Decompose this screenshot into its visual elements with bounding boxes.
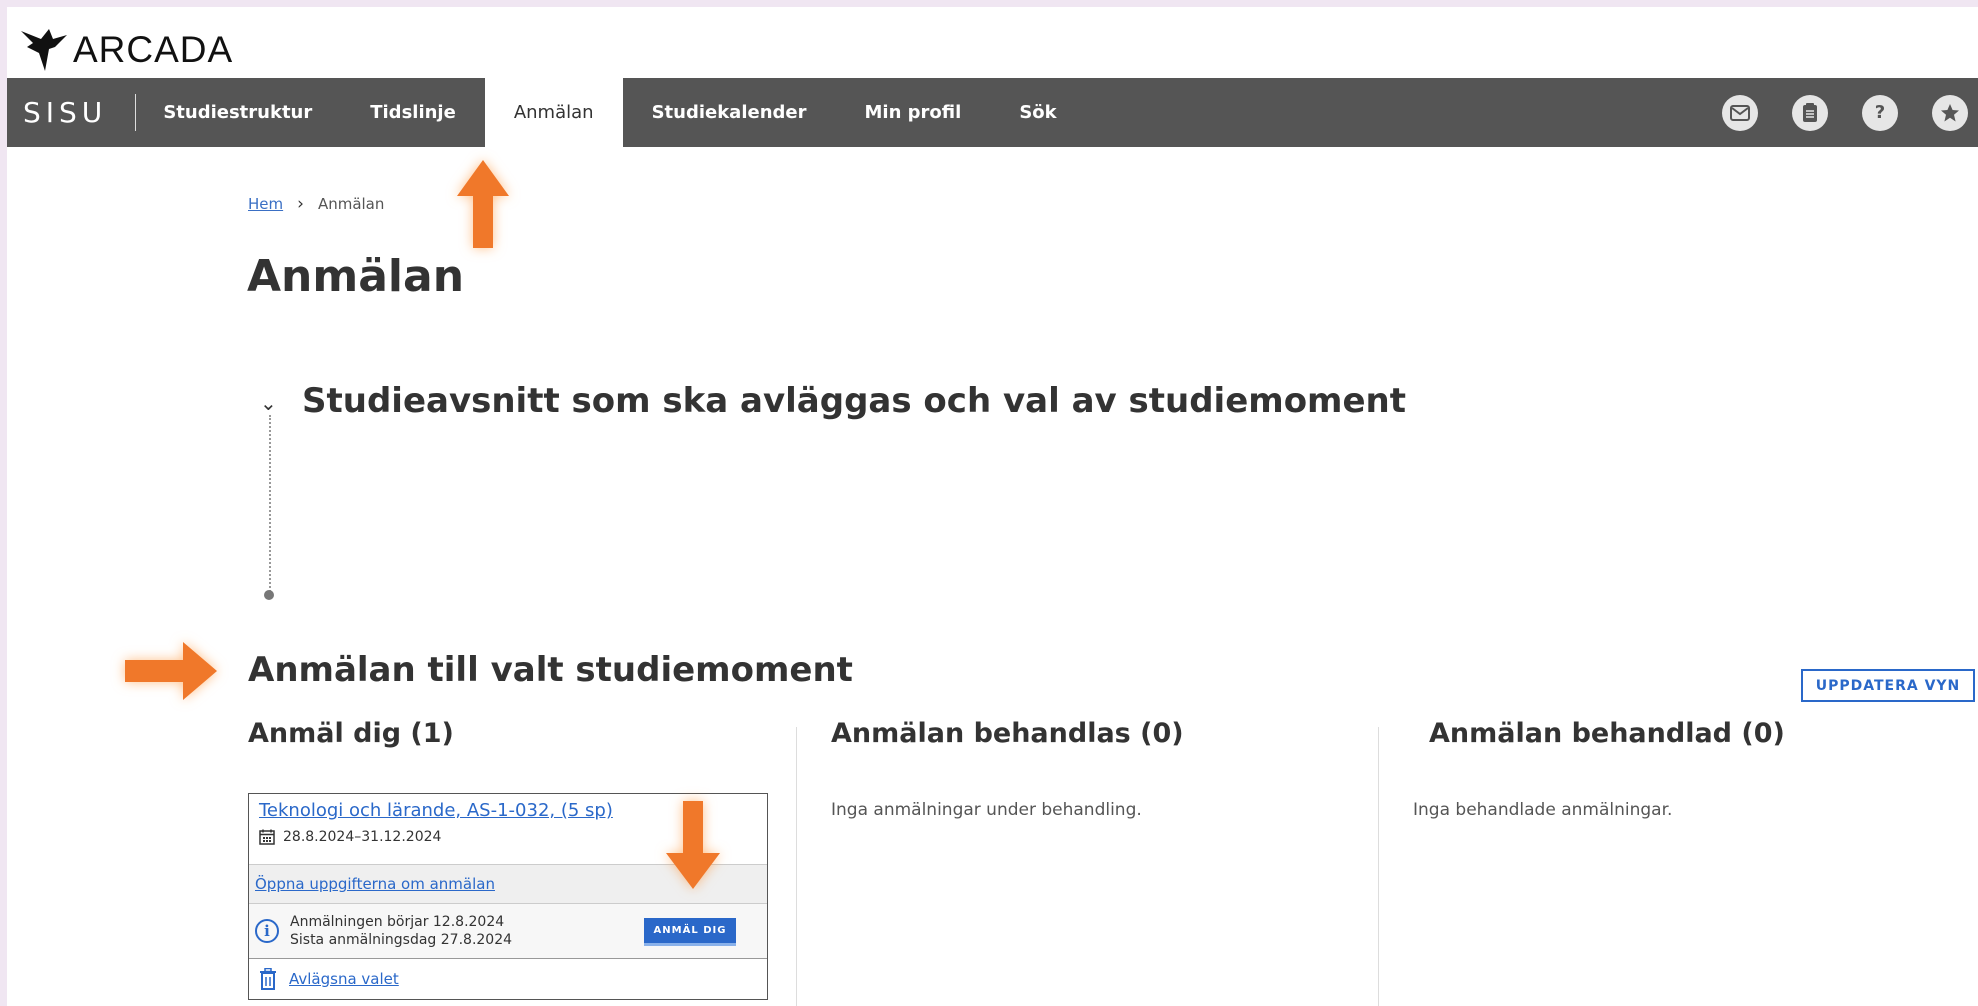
remove-row: Avlägsna valet: [249, 959, 767, 999]
course-dates: 28.8.2024–31.12.2024: [283, 829, 442, 845]
enroll-button[interactable]: ANMÄL DIG: [644, 918, 736, 946]
help-icon[interactable]: ?: [1862, 94, 1898, 131]
timeline-line: [269, 415, 271, 595]
arcada-logo[interactable]: ARCADA: [19, 21, 233, 79]
enrollment-info-text: Anmälningen börjar 12.8.2024 Sista anmäl…: [290, 913, 512, 949]
logo-text: ARCADA: [73, 29, 234, 70]
sisu-brand[interactable]: SISU: [7, 78, 135, 147]
nav-studiestruktur[interactable]: Studiestruktur: [136, 78, 341, 147]
breadcrumb: Hem › Anmälan: [248, 194, 384, 214]
nav-icon-group: ?: [1688, 78, 1978, 147]
notes-icon[interactable]: [1792, 94, 1828, 131]
callout-arrow-up-icon: [457, 160, 509, 248]
column-processing-title: Anmälan behandlas (0): [831, 718, 1184, 749]
arcada-bird-icon: [21, 29, 67, 71]
breadcrumb-current: Anmälan: [317, 195, 385, 213]
chevron-right-icon: ›: [297, 194, 304, 214]
nav-sok[interactable]: Sök: [990, 78, 1085, 147]
column-processed-title: Anmälan behandlad (0): [1429, 718, 1785, 749]
mail-icon[interactable]: [1722, 94, 1758, 131]
favorites-icon[interactable]: [1932, 94, 1968, 131]
column-divider: [1378, 727, 1379, 1006]
nav-tidslinje[interactable]: Tidslinje: [341, 78, 485, 147]
page-frame: ARCADA SISU Studiestruktur Tidslinje Anm…: [7, 7, 1978, 1006]
nav-min-profil[interactable]: Min profil: [836, 78, 991, 147]
calendar-icon: [259, 829, 275, 845]
processed-empty-text: Inga behandlade anmälningar.: [1413, 800, 1673, 820]
trash-icon: [260, 968, 276, 990]
chevron-down-icon[interactable]: ⌄: [260, 391, 277, 415]
enrollment-heading: Anmälan till valt studiemoment: [248, 650, 853, 690]
nav-studiekalender[interactable]: Studiekalender: [623, 78, 836, 147]
top-navbar: SISU Studiestruktur Tidslinje Anmälan St…: [7, 78, 1978, 147]
enrollment-info-row: i Anmälningen börjar 12.8.2024 Sista anm…: [249, 904, 767, 959]
nav-anmalan[interactable]: Anmälan: [484, 78, 623, 147]
enrollment-deadline: Sista anmälningsdag 27.8.2024: [290, 932, 513, 948]
breadcrumb-home-link[interactable]: Hem: [248, 195, 283, 213]
info-icon: i: [255, 919, 279, 943]
timeline-end-dot: [264, 590, 274, 600]
callout-arrow-right-icon: [125, 642, 217, 700]
column-divider: [796, 727, 797, 1006]
column-register-title: Anmäl dig (1): [248, 718, 454, 749]
open-details-link[interactable]: Öppna uppgifterna om anmälan: [255, 875, 495, 893]
enrollment-start: Anmälningen börjar 12.8.2024: [290, 914, 505, 930]
page-title: Anmälan: [247, 251, 465, 302]
processing-empty-text: Inga anmälningar under behandling.: [831, 800, 1142, 820]
callout-arrow-down-icon: [666, 801, 720, 889]
update-view-button[interactable]: UPPDATERA VYN: [1801, 669, 1975, 702]
remove-selection-link[interactable]: Avlägsna valet: [289, 970, 399, 988]
section-heading: Studieavsnitt som ska avläggas och val a…: [302, 381, 1407, 421]
